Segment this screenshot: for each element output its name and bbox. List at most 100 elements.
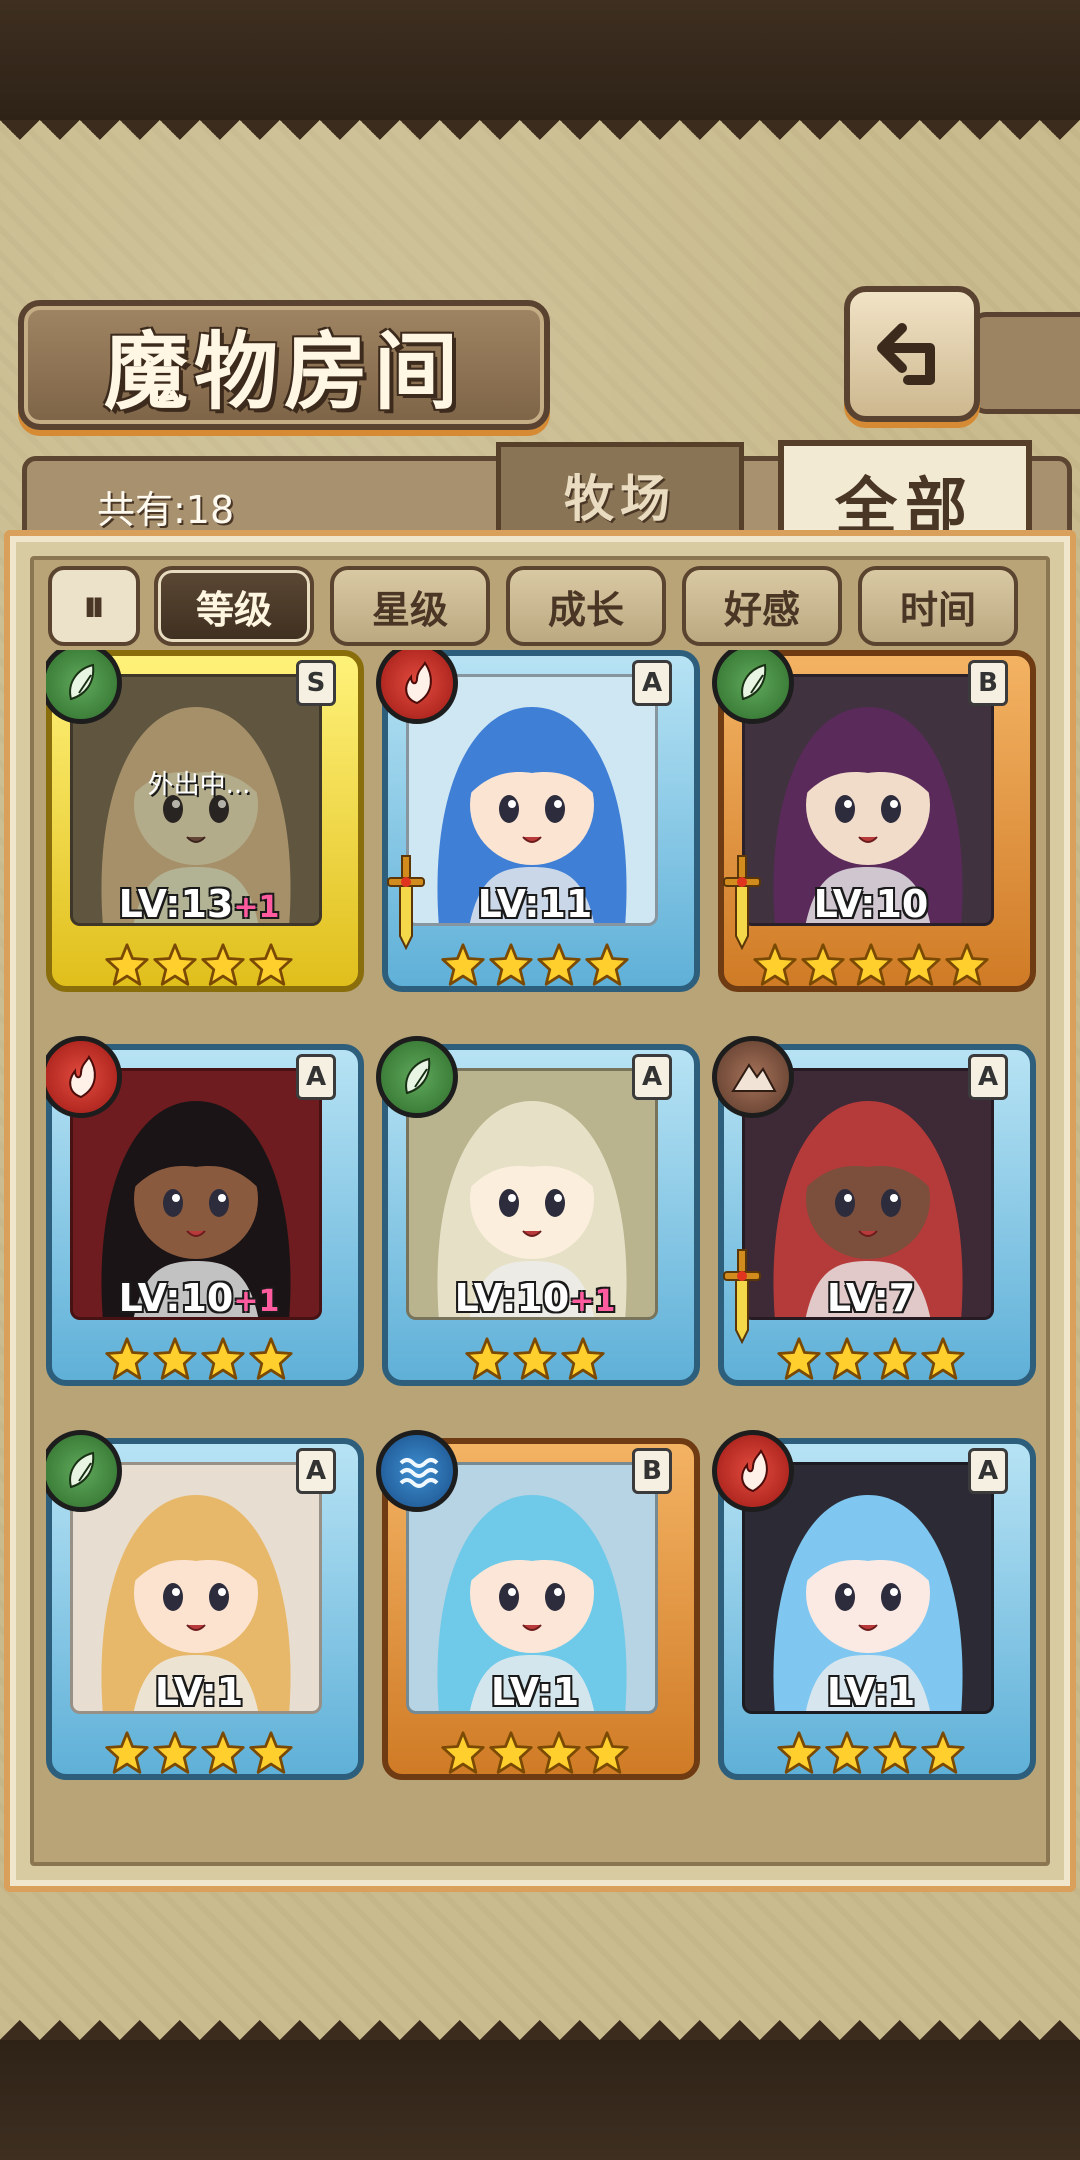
level-value: LV:1 — [826, 1670, 916, 1714]
filter-level-button[interactable]: 等级 — [154, 566, 314, 646]
star-icon — [248, 942, 294, 988]
star-rating — [718, 942, 1024, 1002]
star-icon — [104, 942, 150, 988]
fire-element-icon — [46, 1036, 122, 1118]
monster-card[interactable]: A LV:10+1 — [376, 1036, 700, 1404]
monster-card[interactable]: A LV:7 — [712, 1036, 1036, 1404]
rarity-badge: S — [296, 660, 336, 706]
monster-level: LV:13+1 — [46, 882, 352, 926]
leaf-element-icon — [46, 1430, 122, 1512]
monster-card[interactable]: A LV:10+1 — [46, 1036, 364, 1404]
star-rating — [382, 1336, 688, 1396]
level-value: LV:10 — [118, 1276, 234, 1320]
star-icon — [464, 1336, 510, 1382]
monster-grid: S 外出中... LV:13+1 A LV:11 B LV:10 A LV:10+1 A LV:10… — [46, 650, 1036, 1850]
water-element-icon — [376, 1430, 458, 1512]
torn-edge-top — [0, 120, 1080, 160]
star-rating — [46, 1336, 352, 1396]
bottom-border — [0, 2040, 1080, 2160]
level-value: LV:10 — [454, 1276, 570, 1320]
star-icon — [560, 1336, 606, 1382]
star-icon — [440, 942, 486, 988]
star-rating — [382, 1730, 688, 1790]
rarity-badge: A — [632, 1054, 672, 1100]
star-icon — [752, 942, 798, 988]
monster-level: LV:7 — [718, 1276, 1024, 1320]
rarity-badge: A — [968, 1054, 1008, 1100]
filter-affection-button[interactable]: 好感 — [682, 566, 842, 646]
rarity-badge: B — [968, 660, 1008, 706]
level-bonus: +1 — [233, 890, 280, 925]
level-value: LV:7 — [826, 1276, 916, 1320]
tab-pasture[interactable]: 牧场 — [496, 442, 744, 543]
title-plate: 魔物房间 — [18, 300, 550, 430]
star-icon — [248, 1730, 294, 1776]
star-icon — [536, 1730, 582, 1776]
filter-time-button[interactable]: 时间 — [858, 566, 1018, 646]
back-button[interactable] — [844, 286, 980, 422]
star-icon — [200, 942, 246, 988]
star-rating — [718, 1336, 1024, 1396]
monster-level: LV:10 — [718, 882, 1024, 926]
away-status-label: 外出中... — [147, 770, 251, 800]
level-bonus: +1 — [569, 1284, 616, 1319]
star-icon — [896, 942, 942, 988]
monster-level: LV:1 — [718, 1670, 1024, 1714]
star-icon — [944, 942, 990, 988]
monster-level: LV:1 — [382, 1670, 688, 1714]
filter-star-button[interactable]: 星级 — [330, 566, 490, 646]
page-title: 魔物房间 — [103, 322, 464, 421]
fire-element-icon — [712, 1430, 794, 1512]
level-value: LV:10 — [813, 882, 929, 926]
filter-growth-button[interactable]: 成长 — [506, 566, 666, 646]
monster-card[interactable]: B LV:10 — [712, 650, 1036, 1010]
monster-level: LV:11 — [382, 882, 688, 926]
star-icon — [104, 1730, 150, 1776]
torn-edge-bottom — [0, 2000, 1080, 2040]
level-value: LV:1 — [154, 1670, 244, 1714]
level-value: LV:11 — [477, 882, 593, 926]
star-icon — [872, 1730, 918, 1776]
star-icon — [824, 1336, 870, 1382]
rarity-badge: A — [968, 1448, 1008, 1494]
star-icon — [200, 1336, 246, 1382]
monster-card[interactable]: B LV:1 — [376, 1430, 700, 1798]
monster-card[interactable]: S 外出中... LV:13+1 — [46, 650, 364, 1010]
star-rating — [46, 942, 352, 1002]
leaf-element-icon — [712, 650, 794, 724]
leaf-element-icon — [376, 1036, 458, 1118]
monster-card[interactable]: A LV:1 — [46, 1430, 364, 1798]
star-icon — [848, 942, 894, 988]
leaf-element-icon — [46, 650, 122, 724]
star-icon — [488, 942, 534, 988]
star-icon — [920, 1336, 966, 1382]
star-icon — [776, 1336, 822, 1382]
monster-card[interactable]: A LV:1 — [712, 1430, 1036, 1798]
return-arrow-icon — [877, 323, 935, 385]
earth-element-icon — [712, 1036, 794, 1118]
star-icon — [824, 1730, 870, 1776]
monster-level: LV:1 — [46, 1670, 352, 1714]
monster-card[interactable]: A LV:11 — [376, 650, 700, 1010]
star-icon — [536, 942, 582, 988]
star-icon — [488, 1730, 534, 1776]
rarity-badge: B — [632, 1448, 672, 1494]
star-icon — [104, 1336, 150, 1382]
star-icon — [776, 1730, 822, 1776]
top-border — [0, 0, 1080, 120]
star-rating — [718, 1730, 1024, 1790]
level-value: LV:13 — [118, 882, 234, 926]
star-icon — [920, 1730, 966, 1776]
star-rating — [46, 1730, 352, 1790]
star-icon — [248, 1336, 294, 1382]
level-value: LV:1 — [490, 1670, 580, 1714]
star-icon — [800, 942, 846, 988]
sort-order-toggle[interactable]: ⏸ — [48, 566, 140, 646]
star-icon — [872, 1336, 918, 1382]
monster-level: LV:10+1 — [46, 1276, 352, 1320]
star-rating — [382, 942, 688, 1002]
fire-element-icon — [376, 650, 458, 724]
star-icon — [584, 1730, 630, 1776]
star-icon — [152, 1336, 198, 1382]
monster-count: 共有:18 — [97, 488, 235, 532]
